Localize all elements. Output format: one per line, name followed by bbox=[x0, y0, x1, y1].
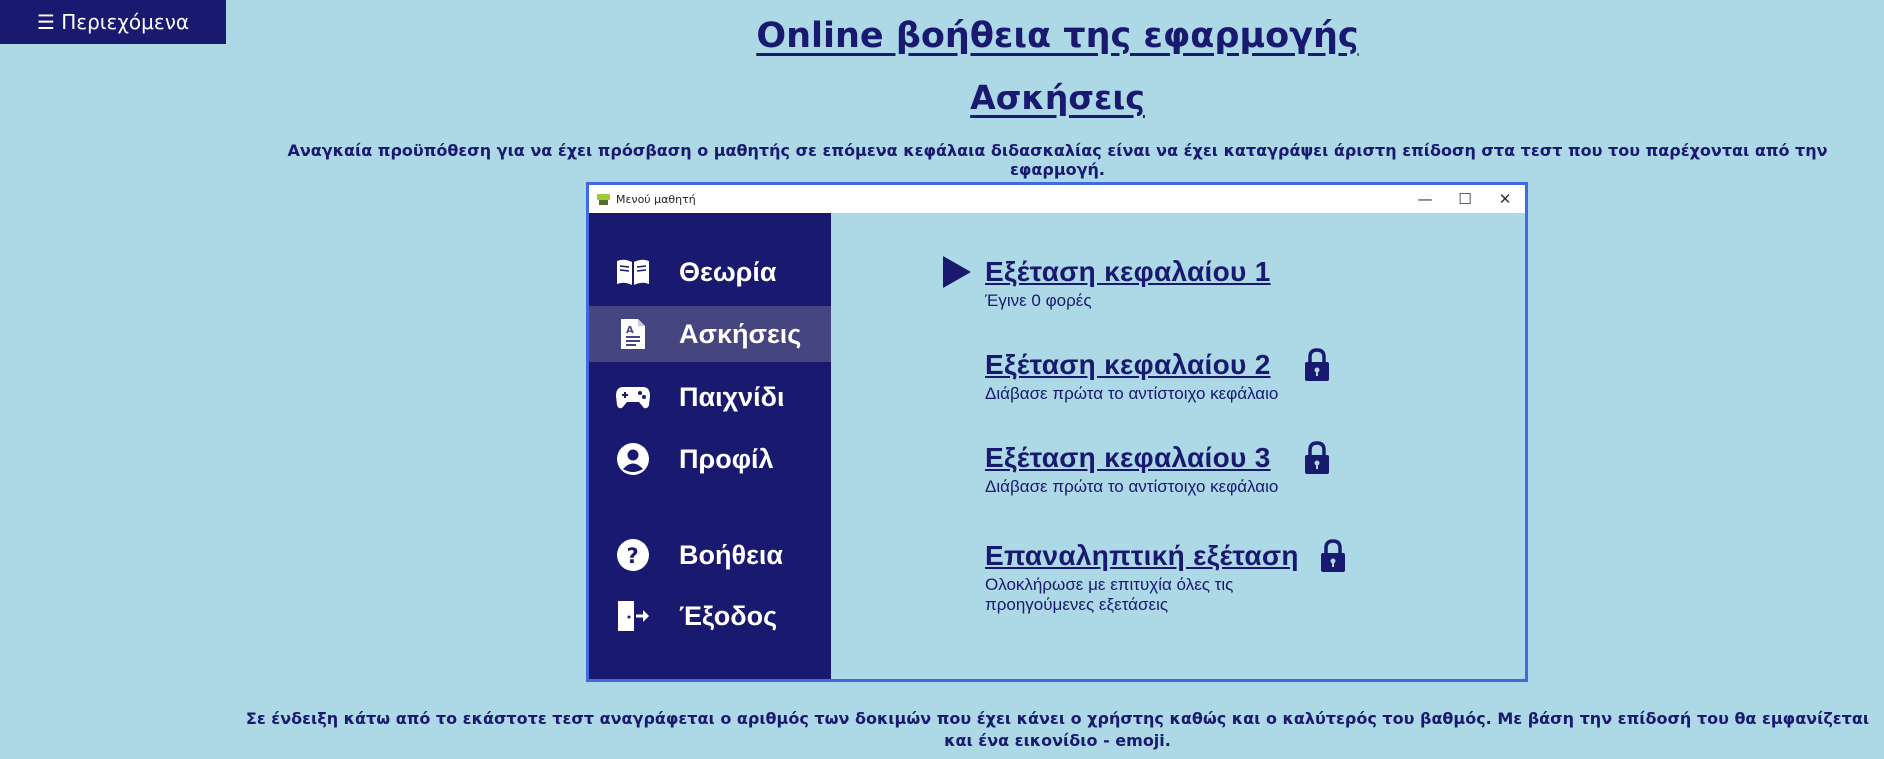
intro-text: Αναγκαία προϋπόθεση για να έχει πρόσβαση… bbox=[287, 141, 1828, 179]
lock-icon bbox=[1319, 537, 1347, 575]
footer-text: Σε ένδειξη κάτω από το εκάστοτε τεστ ανα… bbox=[245, 709, 1870, 750]
sidebar-item-profile[interactable]: Προφίλ bbox=[589, 431, 831, 487]
window-titlebar: Μενού μαθητή — ☐ ✕ bbox=[589, 185, 1525, 213]
sidebar-item-exit[interactable]: Έξοδος bbox=[589, 588, 831, 644]
section-title: Ασκήσεις bbox=[970, 78, 1145, 117]
minimize-button[interactable]: — bbox=[1405, 185, 1445, 213]
student-menu-screenshot: Μενού μαθητή — ☐ ✕ Θεωρία A Ασκήσεις Παι… bbox=[586, 182, 1528, 682]
exam-status: Διάβασε πρώτα το αντίστοιχο κεφάλαιο bbox=[985, 384, 1279, 403]
play-icon[interactable] bbox=[941, 254, 973, 290]
exam-status: προηγούμενες εξετάσεις bbox=[985, 595, 1169, 614]
sidebar-item-label: Θεωρία bbox=[679, 256, 777, 287]
svg-text:?: ? bbox=[627, 544, 639, 568]
maximize-button[interactable]: ☐ bbox=[1445, 185, 1485, 213]
help-icon: ? bbox=[613, 535, 653, 575]
exam-link[interactable]: Εξέταση κεφαλαίου 1 bbox=[985, 256, 1271, 288]
sidebar-item-label: Ασκήσεις bbox=[679, 318, 802, 349]
exercise-document-icon: A bbox=[613, 314, 653, 354]
exam-link[interactable]: Εξέταση κεφαλαίου 2 bbox=[985, 349, 1271, 381]
gamepad-icon bbox=[613, 377, 653, 417]
exam-item-chapter-2: Εξέταση κεφαλαίου 2 Διάβασε πρώτα το αντ… bbox=[985, 346, 1485, 404]
sidebar-item-theory[interactable]: Θεωρία bbox=[589, 244, 831, 300]
exit-icon bbox=[613, 596, 653, 636]
exam-item-chapter-3: Εξέταση κεφαλαίου 3 Διάβασε πρώτα το αντ… bbox=[985, 439, 1485, 497]
exam-item-review: Επαναληπτική εξέταση Ολοκλήρωσε με επιτυ… bbox=[985, 537, 1485, 615]
sidebar-item-label: Βοήθεια bbox=[679, 539, 783, 570]
sidebar-item-label: Έξοδος bbox=[679, 600, 778, 631]
exam-status: Διάβασε πρώτα το αντίστοιχο κεφάλαιο bbox=[985, 477, 1279, 496]
exam-link[interactable]: Επαναληπτική εξέταση bbox=[985, 540, 1299, 572]
sidebar-item-label: Προφίλ bbox=[679, 443, 774, 474]
exam-item-chapter-1: Εξέταση κεφαλαίου 1 Έγινε 0 φορές bbox=[985, 253, 1485, 311]
page-title: Online βοήθεια της εφαρμογής bbox=[756, 16, 1359, 56]
svg-text:A: A bbox=[626, 325, 634, 336]
app-icon bbox=[597, 193, 610, 205]
user-icon bbox=[613, 439, 653, 479]
exam-status: Ολοκλήρωσε με επιτυχία όλες τις bbox=[985, 575, 1234, 594]
sidebar: Θεωρία A Ασκήσεις Παιχνίδι Προφίλ ? Βοήθ… bbox=[589, 213, 831, 679]
sidebar-item-help[interactable]: ? Βοήθεια bbox=[589, 527, 831, 583]
sidebar-item-exercises[interactable]: A Ασκήσεις bbox=[589, 306, 831, 362]
lock-icon bbox=[1303, 439, 1331, 477]
close-button[interactable]: ✕ bbox=[1485, 185, 1525, 213]
window-title: Μενού μαθητή bbox=[616, 192, 696, 206]
sidebar-item-label: Παιχνίδι bbox=[679, 381, 785, 412]
exam-status: Έγινε 0 φορές bbox=[985, 291, 1092, 310]
lock-icon bbox=[1303, 346, 1331, 384]
sidebar-item-game[interactable]: Παιχνίδι bbox=[589, 369, 831, 425]
window-controls: — ☐ ✕ bbox=[1405, 185, 1525, 213]
exam-link[interactable]: Εξέταση κεφαλαίου 3 bbox=[985, 442, 1271, 474]
book-icon bbox=[613, 252, 653, 292]
